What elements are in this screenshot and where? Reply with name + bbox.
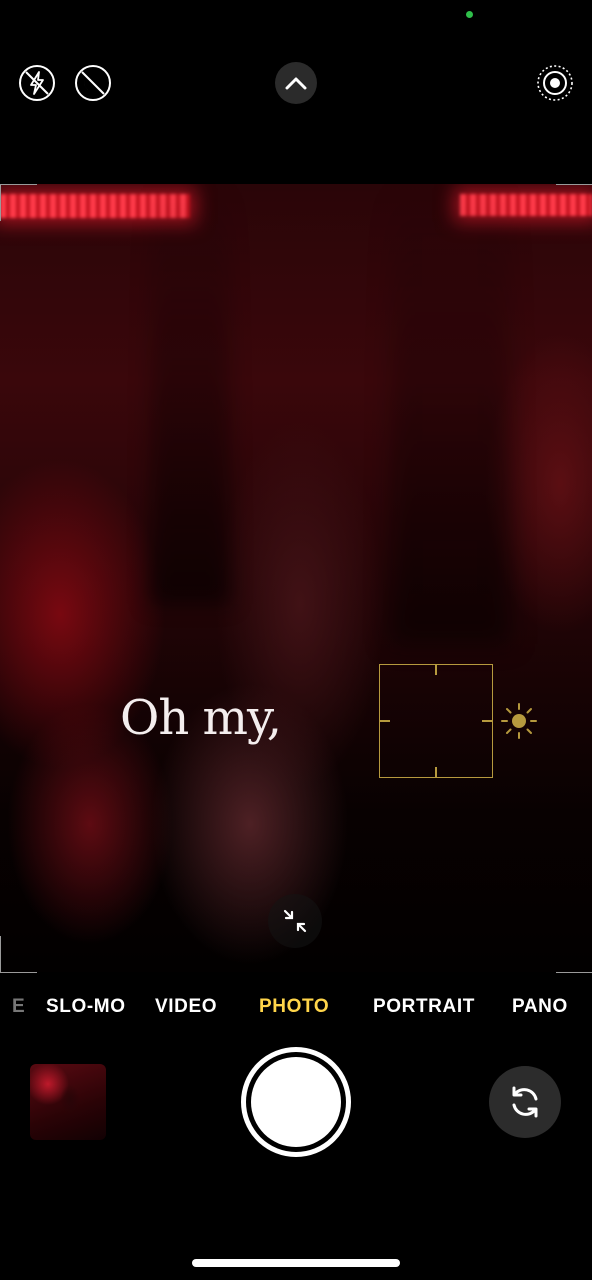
- mode-photo[interactable]: PHOTO: [259, 996, 329, 1018]
- shadow: [390, 184, 510, 644]
- camera-flip-icon[interactable]: [489, 1066, 561, 1138]
- last-photo-thumbnail[interactable]: [30, 1064, 106, 1140]
- mode-video[interactable]: VIDEO: [155, 996, 217, 1018]
- mode-selector[interactable]: E SLO-MO VIDEO PHOTO PORTRAIT PANO: [0, 996, 592, 1026]
- shadow: [150, 184, 230, 604]
- flash-off-icon[interactable]: [18, 64, 56, 102]
- frame-corner: [0, 184, 37, 221]
- mode-portrait[interactable]: PORTRAIT: [373, 996, 475, 1018]
- exposure-sun-icon[interactable]: [500, 702, 538, 740]
- focus-box[interactable]: [379, 664, 493, 778]
- camera-in-use-indicator: [466, 11, 473, 18]
- frame-corner: [556, 936, 592, 973]
- collapse-zoom-icon[interactable]: [268, 894, 322, 948]
- overlay-caption: Oh my,: [120, 690, 282, 746]
- shutter-button-inner: [251, 1057, 341, 1147]
- frame-corner: [556, 184, 592, 221]
- camera-viewfinder[interactable]: [0, 184, 592, 972]
- home-indicator[interactable]: [192, 1259, 400, 1267]
- frame-corner: [0, 936, 37, 973]
- mode-time-lapse[interactable]: E: [12, 996, 25, 1018]
- mode-pano[interactable]: PANO: [512, 996, 568, 1018]
- chevron-up-icon[interactable]: [275, 62, 317, 104]
- mode-slo-mo[interactable]: SLO-MO: [46, 996, 126, 1018]
- live-photo-icon[interactable]: [536, 64, 574, 102]
- night-mode-off-icon[interactable]: [74, 64, 112, 102]
- shutter-button[interactable]: [241, 1047, 351, 1157]
